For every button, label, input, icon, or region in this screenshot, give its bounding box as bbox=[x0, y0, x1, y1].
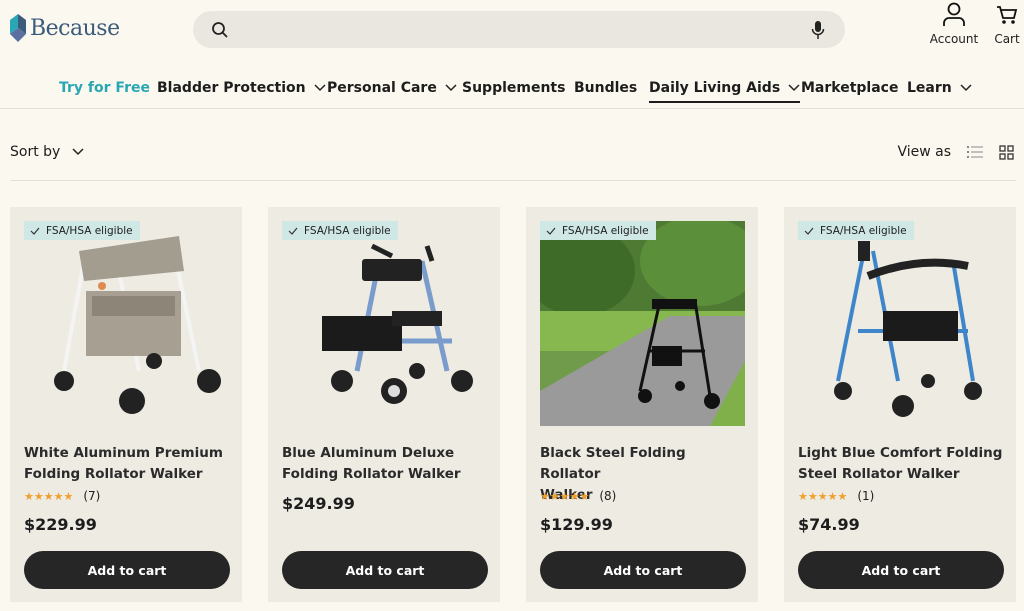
nav-label: Personal Care bbox=[327, 80, 437, 96]
product-image[interactable] bbox=[798, 221, 1003, 426]
toolbar-divider bbox=[10, 180, 1016, 181]
account-button[interactable]: Account bbox=[924, 2, 984, 46]
product-price: $229.99 bbox=[24, 515, 97, 534]
nav-label: Learn bbox=[907, 80, 952, 96]
product-card[interactable]: FSA/HSA eligible Light Blue Comfort Fold… bbox=[784, 207, 1016, 602]
nav-try-for-free[interactable]: Try for Free bbox=[59, 80, 150, 96]
product-rating[interactable]: ★★★★★ (7) bbox=[24, 489, 100, 503]
add-to-cart-button[interactable]: Add to cart bbox=[798, 551, 1004, 589]
brand-logo[interactable]: Because bbox=[10, 12, 120, 44]
review-count: (7) bbox=[83, 489, 101, 503]
product-name[interactable]: Light Blue Comfort Folding Steel Rollato… bbox=[798, 443, 1003, 485]
check-icon bbox=[30, 227, 40, 235]
add-to-cart-button[interactable]: Add to cart bbox=[24, 551, 230, 589]
product-image[interactable] bbox=[24, 221, 229, 426]
product-image[interactable] bbox=[282, 221, 487, 426]
cart-icon bbox=[997, 6, 1018, 24]
nav-personal-care[interactable]: Personal Care bbox=[327, 80, 457, 96]
badge-label: FSA/HSA eligible bbox=[562, 224, 649, 237]
nav-label: Try for Free bbox=[59, 80, 150, 96]
fsa-badge: FSA/HSA eligible bbox=[798, 221, 914, 240]
star-rating: ★★★★★ bbox=[540, 489, 590, 503]
main-nav: Try for Free Bladder Protection Personal… bbox=[0, 80, 1024, 108]
nav-daily-living-aids[interactable]: Daily Living Aids bbox=[649, 80, 801, 103]
fsa-badge: FSA/HSA eligible bbox=[540, 221, 656, 240]
chevron-down-icon bbox=[72, 148, 84, 156]
check-icon bbox=[288, 227, 298, 235]
nav-supplements[interactable]: Supplements bbox=[462, 80, 565, 96]
product-name[interactable]: White Aluminum Premium Folding Rollator … bbox=[24, 443, 229, 485]
product-price: $249.99 bbox=[282, 494, 355, 513]
product-name[interactable]: Blue Aluminum Deluxe Folding Rollator Wa… bbox=[282, 443, 487, 485]
product-name-line: White Aluminum Premium bbox=[24, 445, 223, 461]
product-name-line: Steel Rollator Walker bbox=[798, 466, 960, 482]
chevron-down-icon bbox=[314, 84, 326, 92]
cart-label: Cart bbox=[994, 32, 1020, 46]
product-rating[interactable]: ★★★★★ (8) bbox=[540, 489, 616, 503]
badge-label: FSA/HSA eligible bbox=[304, 224, 391, 237]
nav-marketplace[interactable]: Marketplace bbox=[801, 80, 898, 96]
view-as-label: View as bbox=[897, 144, 951, 160]
cart-button[interactable]: Cart bbox=[990, 2, 1024, 46]
nav-label: Daily Living Aids bbox=[649, 80, 781, 96]
product-card[interactable]: FSA/HSA eligible Black Steel Folding Rol… bbox=[526, 207, 758, 602]
nav-label: Bundles bbox=[574, 80, 638, 96]
add-to-cart-button[interactable]: Add to cart bbox=[282, 551, 488, 589]
grid-view-icon[interactable] bbox=[999, 144, 1014, 160]
site-header: Because Account Cart bbox=[0, 0, 1024, 60]
account-label: Account bbox=[929, 32, 979, 46]
user-icon bbox=[943, 2, 965, 26]
chevron-down-icon bbox=[788, 84, 800, 92]
nav-label: Supplements bbox=[462, 80, 566, 96]
logo-icon bbox=[10, 14, 26, 42]
chevron-down-icon bbox=[960, 84, 972, 92]
review-count: (8) bbox=[599, 489, 617, 503]
nav-divider bbox=[0, 108, 1024, 109]
product-rating[interactable]: ★★★★★ (1) bbox=[798, 489, 874, 503]
product-name-line: Folding Rollator Walker bbox=[282, 466, 461, 482]
add-to-cart-button[interactable]: Add to cart bbox=[540, 551, 746, 589]
list-view-icon[interactable] bbox=[967, 145, 983, 159]
nav-label: Marketplace bbox=[801, 80, 899, 96]
sort-by-dropdown[interactable]: Sort by bbox=[10, 144, 84, 160]
product-name-line: Light Blue Comfort Folding bbox=[798, 445, 1003, 461]
product-price: $74.99 bbox=[798, 515, 860, 534]
fsa-badge: FSA/HSA eligible bbox=[24, 221, 140, 240]
search-icon bbox=[212, 22, 228, 38]
fsa-badge: FSA/HSA eligible bbox=[282, 221, 398, 240]
product-card[interactable]: FSA/HSA eligible Blue Aluminum Deluxe Fo… bbox=[268, 207, 500, 602]
review-count: (1) bbox=[857, 489, 875, 503]
check-icon bbox=[804, 227, 814, 235]
brand-name: Because bbox=[30, 15, 120, 41]
product-price: $129.99 bbox=[540, 515, 613, 534]
product-name-line: Black Steel Folding Rollator bbox=[540, 445, 686, 482]
check-icon bbox=[546, 227, 556, 235]
badge-label: FSA/HSA eligible bbox=[820, 224, 907, 237]
product-name-line: Folding Rollator Walker bbox=[24, 466, 203, 482]
badge-label: FSA/HSA eligible bbox=[46, 224, 133, 237]
chevron-down-icon bbox=[445, 84, 457, 92]
star-rating: ★★★★★ bbox=[798, 489, 848, 503]
product-image[interactable] bbox=[540, 221, 745, 426]
product-card[interactable]: FSA/HSA eligible White Aluminum Premium … bbox=[10, 207, 242, 602]
microphone-icon[interactable] bbox=[811, 20, 825, 40]
product-name-line: Blue Aluminum Deluxe bbox=[282, 445, 455, 461]
search-input[interactable] bbox=[193, 11, 845, 48]
nav-bladder-protection[interactable]: Bladder Protection bbox=[157, 80, 326, 96]
view-as-control: View as bbox=[897, 144, 1014, 160]
sort-by-label: Sort by bbox=[10, 144, 61, 160]
star-rating: ★★★★★ bbox=[24, 489, 74, 503]
nav-label: Bladder Protection bbox=[157, 80, 306, 96]
nav-learn[interactable]: Learn bbox=[907, 80, 972, 96]
nav-bundles[interactable]: Bundles bbox=[574, 80, 637, 96]
